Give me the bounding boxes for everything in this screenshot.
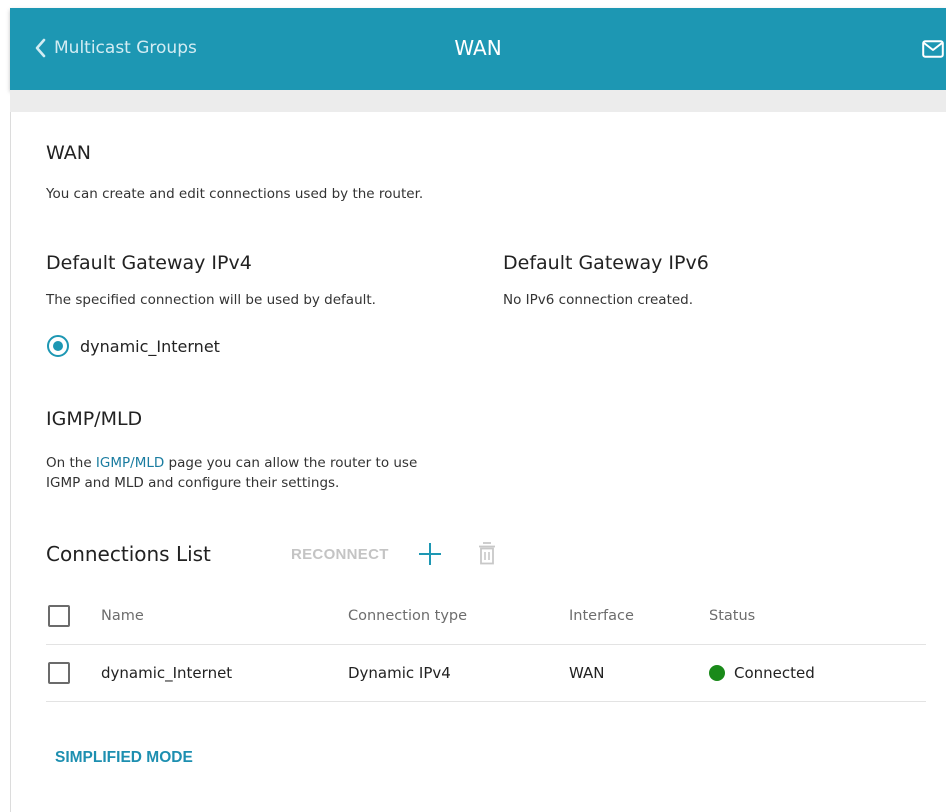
gateway-ipv6-description: No IPv6 connection created. <box>503 292 694 308</box>
igmp-text-after: page you can allow the router to use <box>164 455 418 471</box>
wan-heading: WAN <box>46 142 91 164</box>
gateway-ipv4-radio-label: dynamic_Internet <box>80 336 220 356</box>
table-row[interactable]: dynamic_Internet Dynamic IPv4 WAN Connec… <box>46 645 926 702</box>
igmp-heading: IGMP/MLD <box>46 408 143 430</box>
connection-interface: WAN <box>569 664 605 682</box>
page-title: WAN <box>454 36 502 60</box>
igmp-description: On the IGMP/MLD page you can allow the r… <box>46 453 417 493</box>
connection-name: dynamic_Internet <box>101 664 233 682</box>
top-bar: Multicast Groups WAN <box>10 8 946 90</box>
background-strip <box>10 90 946 112</box>
column-header-connection-type: Connection type <box>348 608 468 624</box>
status-dot-icon <box>709 665 725 681</box>
gateway-ipv6-heading: Default Gateway IPv6 <box>503 252 709 274</box>
gateway-ipv4-radio-option[interactable]: dynamic_Internet <box>47 335 220 357</box>
column-header-status: Status <box>709 608 756 624</box>
wan-description: You can create and edit connections used… <box>46 186 424 202</box>
column-header-name: Name <box>101 608 144 624</box>
radio-selected-icon[interactable] <box>47 335 69 357</box>
connection-type: Dynamic IPv4 <box>348 664 451 682</box>
row-checkbox[interactable] <box>48 662 70 684</box>
igmp-text-before: On the <box>46 455 96 471</box>
connection-status: Connected <box>709 645 815 701</box>
simplified-mode-button[interactable]: SIMPLIFIED MODE <box>55 749 193 767</box>
envelope-icon[interactable] <box>922 40 944 62</box>
plus-icon[interactable] <box>418 542 442 570</box>
connections-table: Name Connection type Interface Status dy… <box>46 588 926 702</box>
igmp-link[interactable]: IGMP/MLD <box>96 455 164 471</box>
table-header-row: Name Connection type Interface Status <box>46 588 926 645</box>
connections-heading: Connections List <box>46 542 211 566</box>
trash-icon[interactable] <box>478 540 496 570</box>
select-all-checkbox[interactable] <box>48 605 70 627</box>
gateway-ipv4-heading: Default Gateway IPv4 <box>46 252 252 274</box>
column-header-interface: Interface <box>569 608 634 624</box>
igmp-text-line2: IGMP and MLD and configure their setting… <box>46 475 340 491</box>
reconnect-button[interactable]: RECONNECT <box>291 546 389 563</box>
connection-status-label: Connected <box>734 664 815 682</box>
gateway-ipv4-description: The specified connection will be used by… <box>46 292 376 308</box>
